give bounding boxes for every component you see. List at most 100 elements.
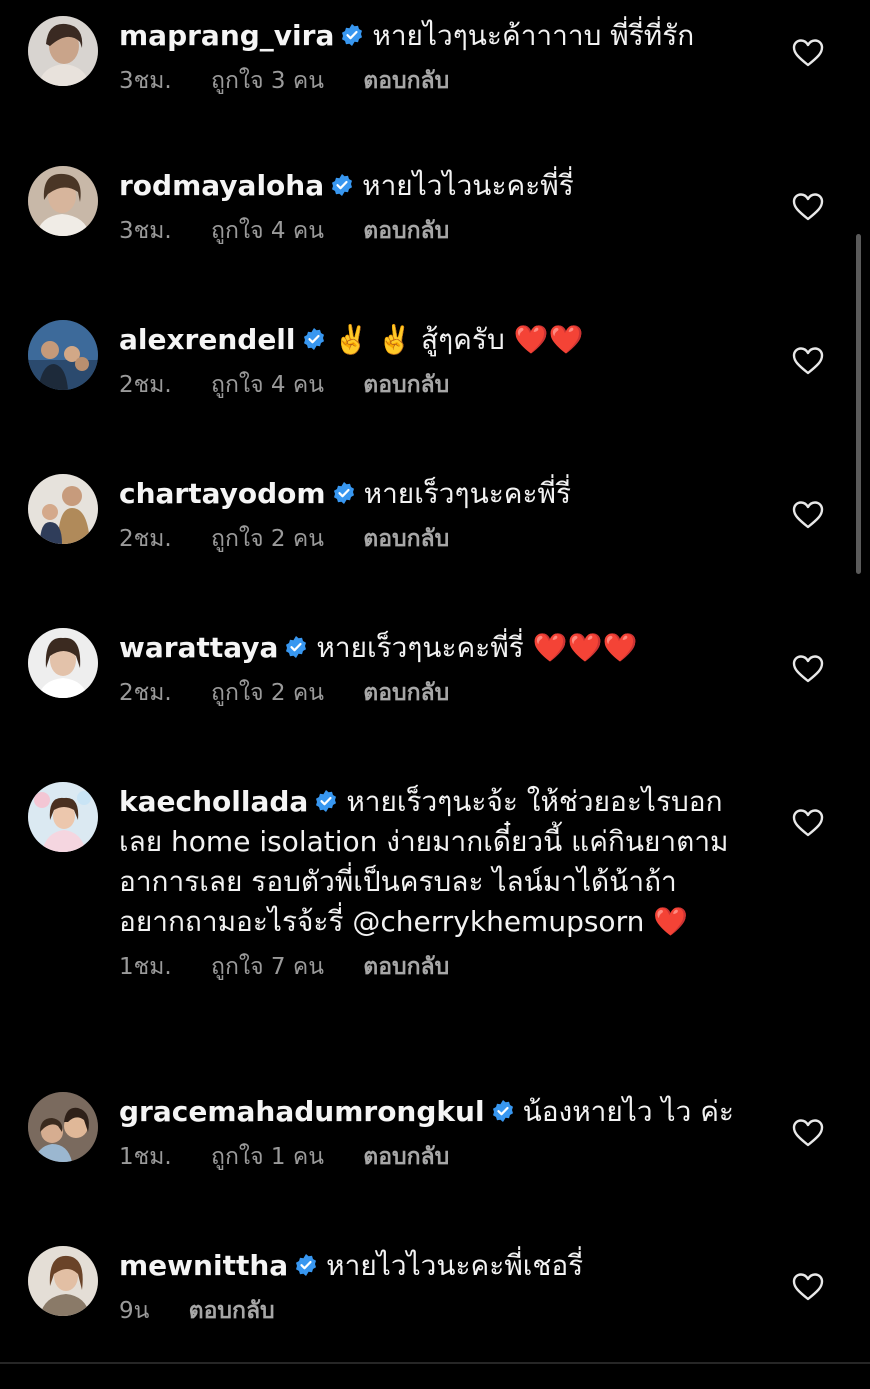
reply-button[interactable]: ตอบกลับ [363, 954, 449, 980]
comment-text: หายไวไวนะคะพี่เชอรี่ [326, 1249, 584, 1282]
avatar-image [28, 628, 98, 698]
comment-line: alexrendell ✌️ ✌️ สู้ๆครับ ❤️❤️ [119, 320, 739, 360]
like-button[interactable] [792, 346, 824, 376]
avatar-image [28, 1246, 98, 1316]
like-button[interactable] [792, 38, 824, 68]
avatar[interactable] [28, 166, 98, 236]
verified-badge-icon [314, 789, 338, 813]
comment-body: warattaya หายเร็วๆนะคะพี่รี่ ❤️❤️❤️ 2ชม. … [119, 628, 739, 708]
verified-badge-icon [340, 23, 364, 47]
username[interactable]: chartayodom [119, 477, 326, 510]
comment-body: alexrendell ✌️ ✌️ สู้ๆครับ ❤️❤️ 2ชม. ถูกใ… [119, 320, 739, 400]
reply-button[interactable]: ตอบกลับ [363, 68, 449, 94]
comment-likes[interactable]: ถูกใจ 4 คน [211, 372, 324, 398]
reply-button[interactable]: ตอบกลับ [363, 372, 449, 398]
reply-button[interactable]: ตอบกลับ [189, 1298, 275, 1324]
comment-time: 3ชม. [119, 68, 172, 94]
username[interactable]: kaechollada [119, 785, 308, 818]
comment-meta: 1ชม. ถูกใจ 1 คน ตอบกลับ [119, 1142, 739, 1172]
avatar-image [28, 16, 98, 86]
comment-line: chartayodom หายเร็วๆนะคะพี่รี่ [119, 474, 739, 514]
verified-badge-icon [284, 635, 308, 659]
heart-outline-icon [792, 1273, 824, 1301]
username[interactable]: alexrendell [119, 323, 296, 356]
heart-outline-icon [792, 501, 824, 529]
comment-likes[interactable]: ถูกใจ 3 คน [211, 68, 324, 94]
like-button[interactable] [792, 808, 824, 838]
comment-text: หายเร็วๆนะคะพี่รี่ [363, 477, 572, 510]
avatar[interactable] [28, 1092, 98, 1162]
like-button[interactable] [792, 192, 824, 222]
comment-time: 2ชม. [119, 372, 172, 398]
comment-body: maprang_vira หายไวๆนะค้าาาาบ พี่รี่ที่รัก… [119, 16, 739, 96]
comment-likes[interactable]: ถูกใจ 1 คน [211, 1144, 324, 1170]
comment-body: kaechollada หายเร็วๆนะจ้ะ ให้ช่วยอะไรบอกเ… [119, 782, 739, 982]
comment-meta: 9น ตอบกลับ [119, 1296, 739, 1326]
comment-likes[interactable]: ถูกใจ 4 คน [211, 218, 324, 244]
avatar[interactable] [28, 628, 98, 698]
comment-likes[interactable]: ถูกใจ 2 คน [211, 680, 324, 706]
comment-time: 1ชม. [119, 954, 172, 980]
comment-body: chartayodom หายเร็วๆนะคะพี่รี่ 2ชม. ถูกใจ… [119, 474, 739, 554]
comment-text: ✌️ ✌️ สู้ๆครับ ❤️❤️ [333, 323, 584, 356]
username[interactable]: mewnittha [119, 1249, 288, 1282]
verified-badge-icon [294, 1253, 318, 1277]
scrollbar[interactable] [856, 234, 861, 574]
comment-time: 3ชม. [119, 218, 172, 244]
avatar-image [28, 166, 98, 236]
comment-time: 9น [119, 1298, 150, 1324]
heart-outline-icon [792, 347, 824, 375]
reply-button[interactable]: ตอบกลับ [363, 680, 449, 706]
comment-line: maprang_vira หายไวๆนะค้าาาาบ พี่รี่ที่รัก [119, 16, 739, 56]
heart-outline-icon [792, 655, 824, 683]
heart-outline-icon [792, 1119, 824, 1147]
comment-time: 1ชม. [119, 1144, 172, 1170]
avatar[interactable] [28, 782, 98, 852]
comment-meta: 2ชม. ถูกใจ 2 คน ตอบกลับ [119, 678, 739, 708]
username[interactable]: maprang_vira [119, 19, 334, 52]
like-button[interactable] [792, 654, 824, 684]
verified-badge-icon [491, 1099, 515, 1123]
comment-text: หายเร็วๆนะคะพี่รี่ ❤️❤️❤️ [316, 631, 638, 664]
comment-time: 2ชม. [119, 680, 172, 706]
comment-line: gracemahadumrongkul น้องหายไว ไว ค่ะ [119, 1092, 739, 1132]
comment-likes[interactable]: ถูกใจ 7 คน [211, 954, 324, 980]
heart-outline-icon [792, 39, 824, 67]
avatar-image [28, 474, 98, 544]
avatar-image [28, 1092, 98, 1162]
comment-line: kaechollada หายเร็วๆนะจ้ะ ให้ช่วยอะไรบอกเ… [119, 782, 739, 942]
comment-meta: 1ชม. ถูกใจ 7 คน ตอบกลับ [119, 952, 739, 982]
avatar-image [28, 782, 98, 852]
reply-button[interactable]: ตอบกลับ [363, 1144, 449, 1170]
reply-button[interactable]: ตอบกลับ [363, 526, 449, 552]
divider [0, 1362, 870, 1364]
comment-line: warattaya หายเร็วๆนะคะพี่รี่ ❤️❤️❤️ [119, 628, 739, 668]
like-button[interactable] [792, 500, 824, 530]
comment-text: หายไวไวนะคะพี่รี่ [362, 169, 574, 202]
comment-line: mewnittha หายไวไวนะคะพี่เชอรี่ [119, 1246, 739, 1286]
like-button[interactable] [792, 1118, 824, 1148]
comment-meta: 2ชม. ถูกใจ 4 คน ตอบกลับ [119, 370, 739, 400]
comment-meta: 2ชม. ถูกใจ 2 คน ตอบกลับ [119, 524, 739, 554]
avatar[interactable] [28, 16, 98, 86]
username[interactable]: gracemahadumrongkul [119, 1095, 485, 1128]
username[interactable]: rodmayaloha [119, 169, 324, 202]
comment-body: mewnittha หายไวไวนะคะพี่เชอรี่ 9น ตอบกลับ [119, 1246, 739, 1326]
avatar[interactable] [28, 1246, 98, 1316]
comment-text: หายไวๆนะค้าาาาบ พี่รี่ที่รัก [372, 19, 695, 52]
heart-outline-icon [792, 193, 824, 221]
comment-likes[interactable]: ถูกใจ 2 คน [211, 526, 324, 552]
avatar[interactable] [28, 474, 98, 544]
comment-body: gracemahadumrongkul น้องหายไว ไว ค่ะ 1ชม.… [119, 1092, 739, 1172]
reply-button[interactable]: ตอบกลับ [363, 218, 449, 244]
comment-time: 2ชม. [119, 526, 172, 552]
comments-screen: maprang_vira หายไวๆนะค้าาาาบ พี่รี่ที่รัก… [0, 0, 870, 1389]
like-button[interactable] [792, 1272, 824, 1302]
heart-outline-icon [792, 809, 824, 837]
username[interactable]: warattaya [119, 631, 278, 664]
comment-line: rodmayaloha หายไวไวนะคะพี่รี่ [119, 166, 739, 206]
verified-badge-icon [302, 327, 326, 351]
comment-text: น้องหายไว ไว ค่ะ [522, 1095, 734, 1128]
comment-meta: 3ชม. ถูกใจ 3 คน ตอบกลับ [119, 66, 739, 96]
avatar[interactable] [28, 320, 98, 390]
